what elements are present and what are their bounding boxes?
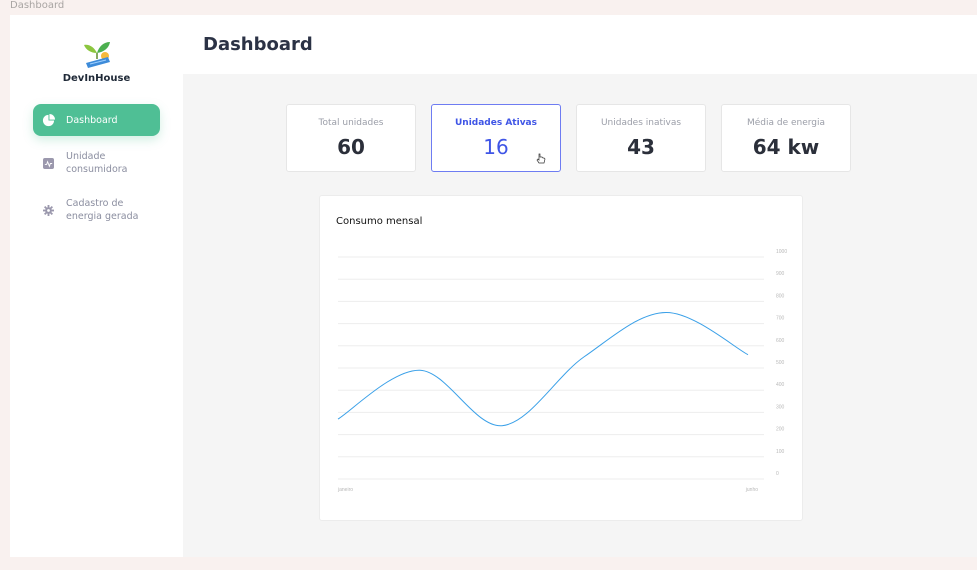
chart-card: Consumo mensal 0 100 200 300 400 500 600 700 800… [319,195,803,521]
card-label: Unidades inativas [600,118,682,128]
logo-icon [84,42,110,68]
card-unidades-inativas[interactable]: Unidades inativas 43 [576,104,706,172]
y-tick-label: 0 [776,471,779,477]
y-tick-label: 700 [776,316,785,322]
card-value: 60 [337,135,365,159]
sidebar: DevInHouse Dashboard Unidade consumidora [10,15,183,557]
sidebar-item-label: Cadastro de energia gerada [66,198,139,222]
y-tick-label: 1000 [776,249,787,255]
card-label: Unidades Ativas [454,118,537,128]
y-tick-label: 800 [776,293,785,299]
sidebar-item-label: Dashboard [66,114,118,126]
sidebar-item-unidade-consumidora[interactable]: Unidade consumidora [33,149,160,177]
card-unidades-ativas[interactable]: Unidades Ativas 16 [431,104,561,172]
gear-icon [41,203,55,217]
topbar: Dashboard [183,15,977,74]
y-tick-label: 600 [776,338,785,344]
page-title: Dashboard [203,34,313,55]
y-tick-label: 200 [776,427,785,433]
line-chart: 0 100 200 300 400 500 600 700 800 900 1000 janeiro j… [337,249,787,493]
x-tick-label: junho [745,487,758,493]
frame-label: Dashboard [10,0,65,11]
card-label: Média de energia [746,118,826,128]
activity-icon [41,156,55,170]
sidebar-item-cadastro-energia[interactable]: Cadastro de energia gerada [33,196,160,224]
card-media-energia[interactable]: Média de energia 64 kw [721,104,851,172]
hand-cursor-icon [536,153,546,164]
sidebar-item-label: Unidade consumidora [66,151,128,175]
x-tick-label: janeiro [337,487,353,493]
app-window: DevInHouse Dashboard Unidade consumidora [10,15,977,557]
y-tick-label: 400 [776,382,785,388]
series-line [337,311,749,427]
card-total-unidades[interactable]: Total unidades 60 [286,104,416,172]
pie-chart-icon [41,113,55,127]
card-value: 43 [627,135,655,159]
card-label: Total unidades [318,118,384,128]
y-tick-label: 100 [776,449,785,455]
sidebar-item-dashboard[interactable]: Dashboard [33,104,160,136]
y-tick-label: 900 [776,271,785,277]
y-tick-label: 300 [776,404,785,410]
brand-name: DevInHouse [62,73,131,84]
y-tick-label: 500 [776,360,785,366]
card-value: 64 kw [752,135,820,159]
